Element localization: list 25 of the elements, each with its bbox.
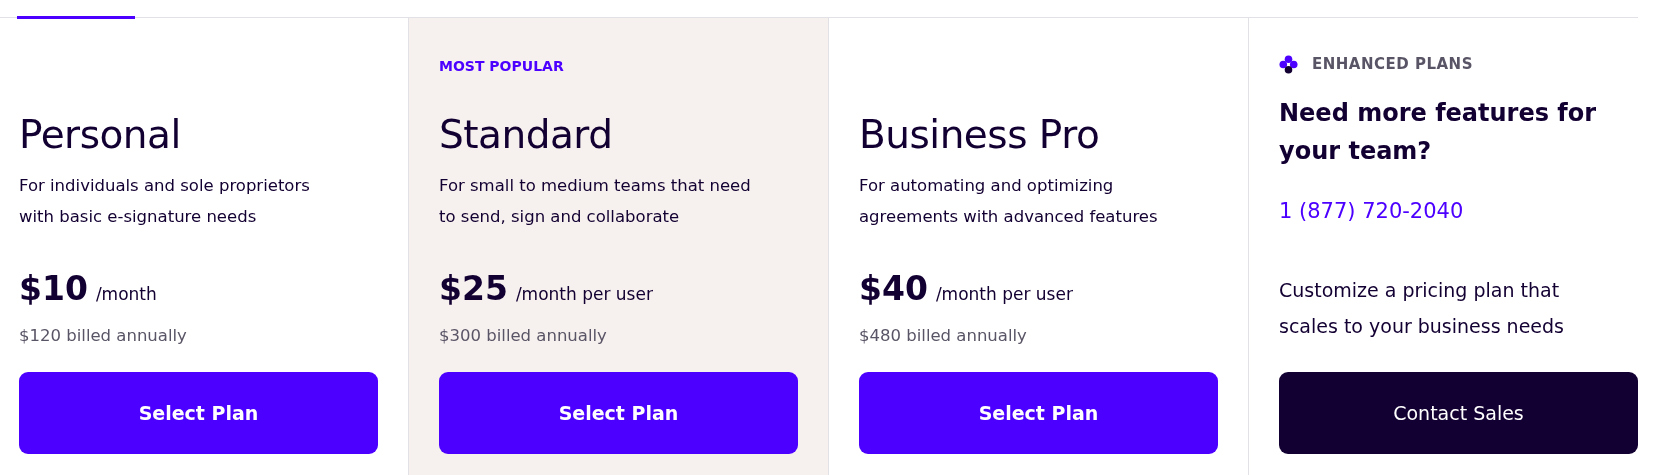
- plan-description: For individuals and sole proprietors with basic e-signature needs: [19, 175, 311, 228]
- contact-description: Customize a pricing plan that scales to your business needs: [1279, 277, 1565, 339]
- plan-name: Personal: [19, 114, 181, 154]
- price-period: /month: [95, 283, 157, 306]
- contact-sales-button[interactable]: Contact Sales: [1279, 372, 1638, 454]
- select-plan-button[interactable]: Select Plan: [19, 372, 378, 454]
- plan-price: $40: [859, 272, 928, 305]
- annual-price: $120 billed annually: [19, 324, 187, 347]
- annual-price: $480 billed annually: [859, 324, 1027, 347]
- plan-name: Business Pro: [859, 114, 1100, 154]
- price-period: /month per user: [935, 283, 1073, 306]
- select-plan-button[interactable]: Select Plan: [859, 372, 1218, 454]
- phone-link[interactable]: 1 (877) 720-2040: [1279, 196, 1464, 228]
- eyebrow-label: ENHANCED PLANS: [1312, 53, 1473, 75]
- plan-price: $25: [439, 272, 508, 305]
- contact-heading: Need more features for your team?: [1279, 98, 1598, 167]
- dots-icon: [1279, 54, 1298, 74]
- plan-name: Standard: [439, 114, 613, 154]
- popular-label: MOST POPULAR: [439, 58, 564, 74]
- annual-price: $300 billed annually: [439, 324, 607, 347]
- plan-price: $10: [19, 272, 88, 305]
- plan-description: For automating and optimizing agreements with advanced features: [859, 175, 1159, 228]
- price-period: /month per user: [515, 283, 653, 306]
- plan-description: For small to medium teams that need to send, sign and collaborate: [439, 175, 752, 228]
- select-plan-button[interactable]: Select Plan: [439, 372, 798, 454]
